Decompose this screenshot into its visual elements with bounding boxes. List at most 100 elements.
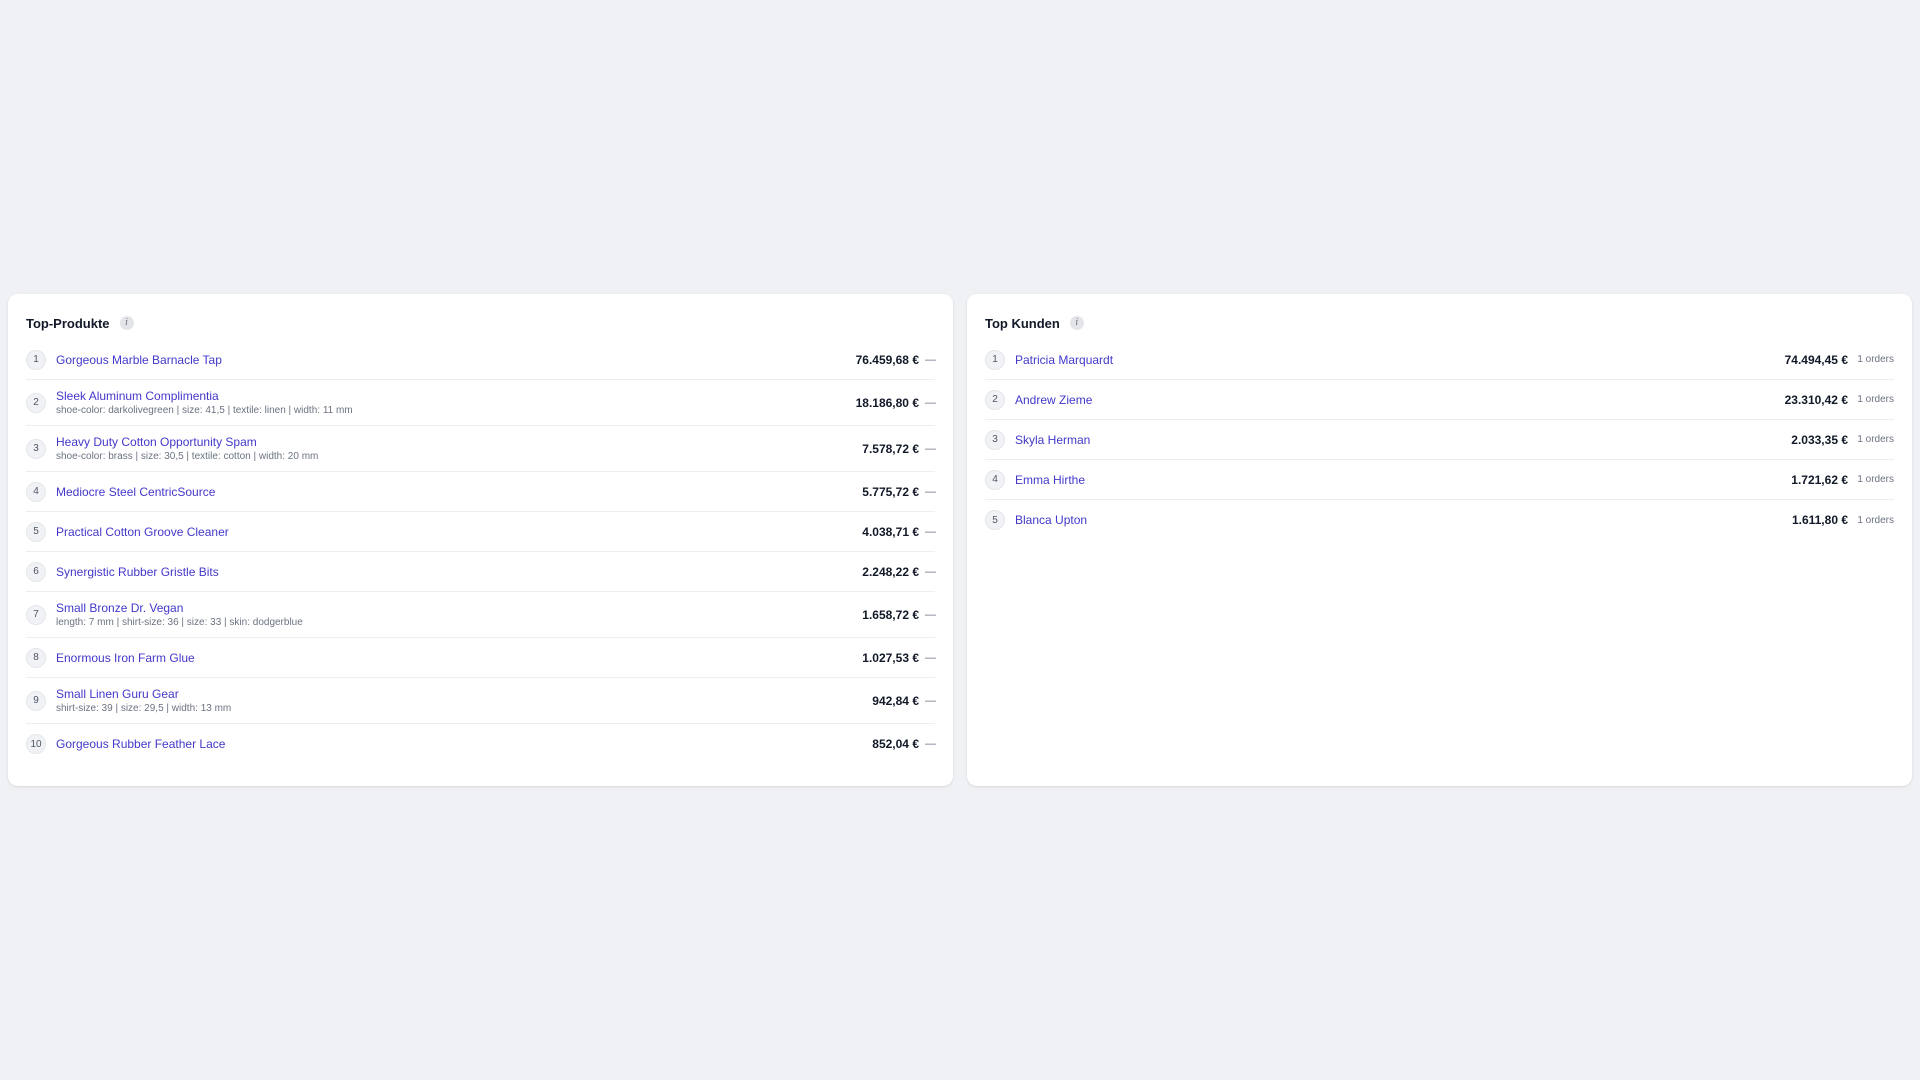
order-count: 1 orders (1857, 474, 1894, 485)
product-info: Enormous Iron Farm Glue (56, 651, 862, 665)
customer-info: Skyla Herman (1015, 433, 1791, 447)
product-info: Small Bronze Dr. Vegan length: 7 mm | shi… (56, 601, 862, 628)
rank-badge: 5 (26, 521, 46, 542)
rank-badge: 9 (26, 690, 46, 711)
customer-row: 5 Blanca Upton 1.611,80 € 1 orders (985, 500, 1894, 540)
product-info: Heavy Duty Cotton Opportunity Spam shoe-c… (56, 435, 862, 462)
customer-info: Blanca Upton (1015, 513, 1792, 527)
product-info: Gorgeous Marble Barnacle Tap (56, 353, 856, 367)
product-link[interactable]: Small Linen Guru Gear (56, 687, 872, 701)
product-link[interactable]: Gorgeous Rubber Feather Lace (56, 737, 872, 751)
product-link[interactable]: Enormous Iron Farm Glue (56, 651, 862, 665)
trend-indicator: — (925, 651, 936, 664)
rank-badge: 6 (26, 561, 46, 582)
product-info: Synergistic Rubber Gristle Bits (56, 565, 862, 579)
product-link[interactable]: Gorgeous Marble Barnacle Tap (56, 353, 856, 367)
customer-revenue: 23.310,42 € (1784, 392, 1848, 407)
product-revenue: 18.186,80 € (855, 395, 919, 410)
product-variant: length: 7 mm | shirt-size: 36 | size: 33… (56, 617, 303, 628)
product-link[interactable]: Synergistic Rubber Gristle Bits (56, 565, 862, 579)
product-revenue: 5.775,72 € (862, 484, 919, 499)
top-customers-title: Top Kunden (985, 315, 1060, 331)
trend-indicator: — (925, 353, 936, 366)
order-count: 1 orders (1857, 354, 1894, 365)
product-row: 10 Gorgeous Rubber Feather Lace 852,04 € — (26, 724, 936, 764)
product-variant: shirt-size: 39 | size: 29,5 | width: 13 … (56, 703, 232, 714)
info-icon[interactable]: i (119, 316, 134, 330)
order-count: 1 orders (1857, 434, 1894, 445)
rank-badge: 3 (26, 438, 46, 459)
product-revenue: 76.459,68 € (855, 352, 919, 367)
product-variant: shoe-color: brass | size: 30,5 | textile… (56, 451, 319, 462)
product-info: Sleek Aluminum Complimentia shoe-color: d… (56, 389, 856, 416)
customer-link[interactable]: Skyla Herman (1015, 433, 1791, 447)
product-row: 4 Mediocre Steel CentricSource 5.775,72 € — (26, 472, 936, 512)
top-products-title: Top-Produkte (26, 315, 110, 331)
order-count: 1 orders (1857, 394, 1894, 405)
customer-link[interactable]: Andrew Zieme (1015, 393, 1785, 407)
product-info: Mediocre Steel CentricSource (56, 485, 862, 499)
trend-indicator: — (925, 694, 936, 707)
customer-info: Andrew Zieme (1015, 393, 1785, 407)
rank-badge: 4 (985, 469, 1005, 490)
customer-link[interactable]: Patricia Marquardt (1015, 353, 1785, 367)
top-products-card: Top-Produkte i 1 Gorgeous Marble Barnacle… (8, 294, 953, 786)
product-revenue: 1.027,53 € (862, 650, 919, 665)
top-products-list: 1 Gorgeous Marble Barnacle Tap 76.459,68 €… (26, 340, 936, 764)
customer-revenue: 1.721,62 € (1791, 472, 1848, 487)
product-row: 2 Sleek Aluminum Complimentia shoe-color: … (26, 380, 936, 426)
rank-badge: 5 (985, 510, 1005, 530)
product-revenue: 4.038,71 € (862, 524, 919, 539)
customer-info: Emma Hirthe (1015, 473, 1791, 487)
info-icon[interactable]: i (1069, 316, 1084, 330)
rank-badge: 8 (26, 647, 46, 668)
product-row: 3 Heavy Duty Cotton Opportunity Spam shoe-… (26, 426, 936, 472)
product-row: 6 Synergistic Rubber Gristle Bits 2.248,22… (26, 552, 936, 592)
top-products-header: Top-Produkte i (26, 312, 935, 334)
product-link[interactable]: Small Bronze Dr. Vegan (56, 601, 862, 615)
dashboard-panels: Top-Produkte i 1 Gorgeous Marble Barnacle… (8, 294, 1912, 786)
trend-indicator: — (925, 396, 936, 409)
rank-badge: 7 (26, 604, 46, 625)
customer-row: 3 Skyla Herman 2.033,35 € 1 orders (985, 420, 1894, 460)
trend-indicator: — (925, 608, 936, 621)
order-count: 1 orders (1857, 514, 1894, 526)
rank-badge: 2 (985, 389, 1005, 410)
product-revenue: 7.578,72 € (862, 441, 919, 456)
customer-row: 4 Emma Hirthe 1.721,62 € 1 orders (985, 460, 1894, 500)
product-row: 9 Small Linen Guru Gear shirt-size: 39 | s… (26, 678, 936, 724)
customer-link[interactable]: Blanca Upton (1015, 513, 1792, 527)
rank-badge: 3 (985, 429, 1005, 450)
top-customers-card: Top Kunden i 1 Patricia Marquardt 74.494,4… (967, 294, 1912, 786)
product-link[interactable]: Sleek Aluminum Complimentia (56, 389, 856, 403)
product-link[interactable]: Mediocre Steel CentricSource (56, 485, 862, 499)
top-customers-list: 1 Patricia Marquardt 74.494,45 € 1 orders 2 A… (985, 340, 1894, 540)
product-variant: shoe-color: darkolivegreen | size: 41,5 … (56, 405, 353, 416)
trend-indicator: — (925, 442, 936, 455)
product-revenue: 2.248,22 € (862, 564, 919, 579)
product-link[interactable]: Practical Cotton Groove Cleaner (56, 525, 862, 539)
trend-indicator: — (925, 565, 936, 578)
customer-row: 1 Patricia Marquardt 74.494,45 € 1 orders (985, 340, 1894, 380)
product-row: 8 Enormous Iron Farm Glue 1.027,53 € — (26, 638, 936, 678)
rank-badge: 1 (985, 349, 1005, 370)
trend-indicator: — (925, 485, 936, 498)
product-info: Gorgeous Rubber Feather Lace (56, 737, 872, 751)
customer-revenue: 74.494,45 € (1784, 352, 1848, 367)
rank-badge: 1 (26, 349, 46, 370)
product-link[interactable]: Heavy Duty Cotton Opportunity Spam (56, 435, 862, 449)
product-row: 7 Small Bronze Dr. Vegan length: 7 mm | sh… (26, 592, 936, 638)
customer-link[interactable]: Emma Hirthe (1015, 473, 1791, 487)
product-revenue: 1.658,72 € (862, 607, 919, 622)
trend-indicator: — (925, 525, 936, 538)
customer-row: 2 Andrew Zieme 23.310,42 € 1 orders (985, 380, 1894, 420)
rank-badge: 10 (26, 734, 46, 754)
customer-revenue: 2.033,35 € (1791, 432, 1848, 447)
trend-indicator: — (925, 738, 936, 750)
product-info: Practical Cotton Groove Cleaner (56, 525, 862, 539)
rank-badge: 2 (26, 392, 46, 413)
top-customers-header: Top Kunden i (985, 312, 1894, 334)
product-info: Small Linen Guru Gear shirt-size: 39 | si… (56, 687, 872, 714)
product-row: 1 Gorgeous Marble Barnacle Tap 76.459,68 €… (26, 340, 936, 380)
product-revenue: 852,04 € (872, 737, 919, 751)
